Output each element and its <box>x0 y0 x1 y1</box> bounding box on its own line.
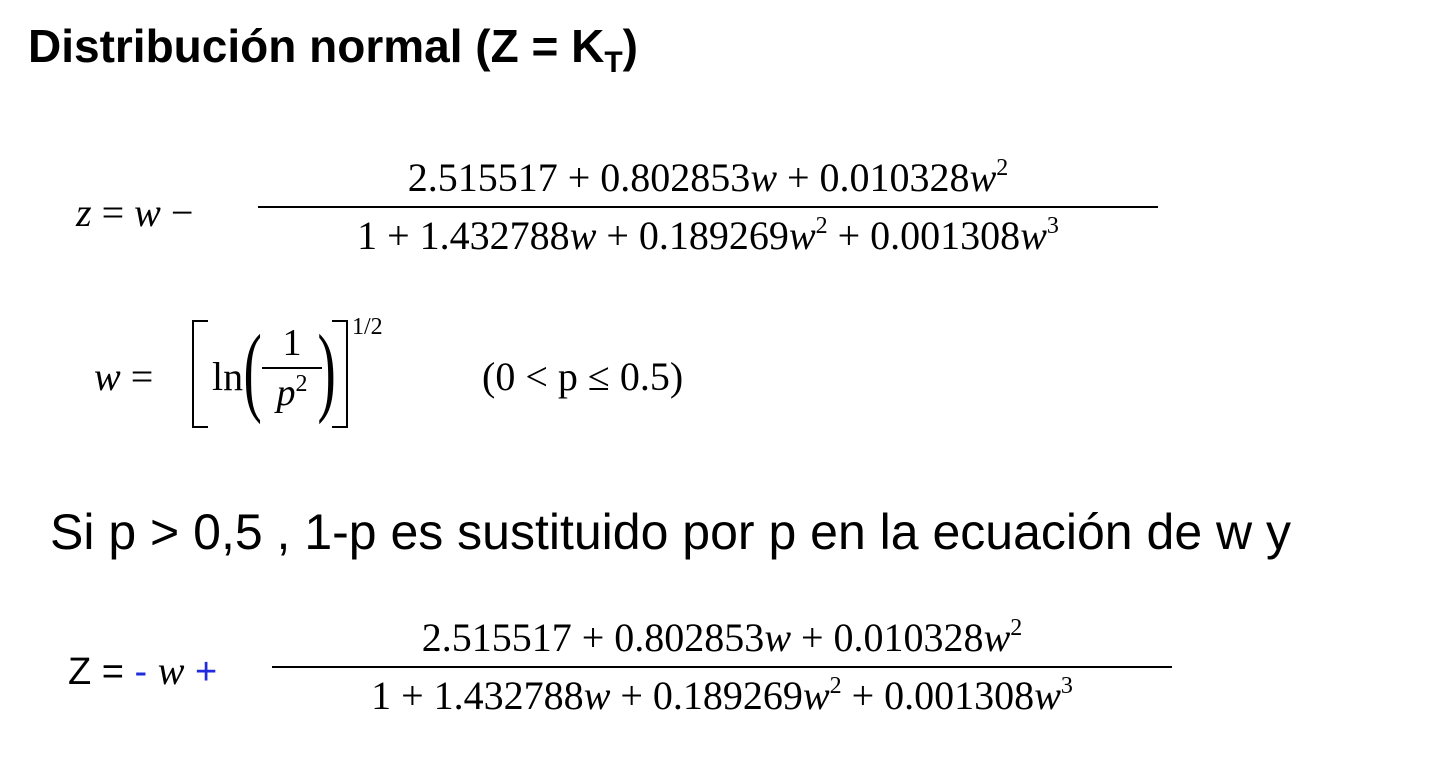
eq3-num-part-a: 2.515517 + 0.802853 <box>421 615 765 660</box>
eq3-den-part-b: + 0.189269 <box>620 673 803 718</box>
equation-3-lhs: Z = - w + <box>68 646 217 697</box>
eq1-den-part-c: + 0.001308 <box>837 213 1021 258</box>
eq3-den-part-a: 1 + 1.432788 <box>371 673 584 718</box>
eq2-equals: = <box>130 354 154 399</box>
eq3-den-part-c: + 0.001308 <box>851 673 1035 718</box>
eq3-den-var: w <box>1034 673 1061 718</box>
eq2-power: 1/2 <box>352 314 383 340</box>
eq3-den-var: w <box>802 673 830 718</box>
eq1-num-var: w <box>969 155 997 200</box>
eq1-minus: − <box>170 190 194 235</box>
eq3-minus: - <box>134 651 148 693</box>
eq2-fraction: 1 p2 <box>262 322 322 414</box>
eq1-den-exp2: 2 <box>815 213 828 239</box>
eq1-numerator: 2.515517 + 0.802853w + 0.010328w2 <box>258 154 1158 202</box>
title-subscript: T <box>604 46 623 79</box>
eq3-num-exp: 2 <box>1010 615 1023 641</box>
eq2-frac-denominator: p2 <box>262 372 322 414</box>
eq2-condition: (0 < p ≤ 0.5) <box>482 352 683 402</box>
eq3-plus: + <box>195 651 218 693</box>
body-sentence: Si p > 0,5 , 1-p es sustituido por p en … <box>50 504 1292 560</box>
eq1-equals: = <box>101 190 125 235</box>
eq1-w: w <box>134 190 161 235</box>
eq3-den-exp2: 2 <box>829 673 842 699</box>
eq1-den-var: w <box>1020 213 1047 258</box>
eq2-p-exp: 2 <box>295 371 308 397</box>
equation-1-fraction: 2.515517 + 0.802853w + 0.010328w2 1 + 1.… <box>258 154 1158 260</box>
eq1-denominator: 1 + 1.432788w + 0.189269w2 + 0.001308w3 <box>258 212 1158 260</box>
eq2-p: p <box>276 372 296 414</box>
eq2-ln: ln <box>212 354 244 399</box>
eq1-den-var: w <box>788 213 816 258</box>
page-title: Distribución normal (Z = KT) <box>28 14 638 78</box>
eq3-w: w <box>157 648 185 693</box>
eq2-right-bracket <box>332 320 348 428</box>
equation-2: w = <box>94 352 153 402</box>
eq3-num-var: w <box>764 615 791 660</box>
equation-3-fraction: 2.515517 + 0.802853w + 0.010328w2 1 + 1.… <box>272 614 1172 720</box>
title-text: Distribución normal (Z = K <box>28 20 605 72</box>
eq3-num-part-b: + 0.010328 <box>801 615 984 660</box>
eq3-z-equals: Z = <box>68 651 124 693</box>
eq2-frac-numerator: 1 <box>282 322 302 364</box>
equation-1-lhs: z = w − <box>76 188 193 238</box>
eq3-den-var: w <box>583 673 611 718</box>
eq2-fraction-bar <box>262 367 322 369</box>
eq2-condition-text: (0 < p ≤ 0.5) <box>482 354 684 399</box>
eq3-denominator: 1 + 1.432788w + 0.189269w2 + 0.001308w3 <box>272 672 1172 720</box>
eq1-z: z <box>76 190 92 235</box>
eq2-w: w <box>94 354 121 399</box>
eq1-den-part-b: + 0.189269 <box>606 213 789 258</box>
eq1-num-part-a: 2.515517 + 0.802853 <box>407 155 751 200</box>
eq3-fraction-bar <box>272 666 1172 668</box>
eq1-num-var: w <box>750 155 777 200</box>
eq3-den-exp3: 3 <box>1060 673 1073 699</box>
eq1-den-var: w <box>569 213 597 258</box>
eq1-den-part-a: 1 + 1.432788 <box>357 213 570 258</box>
eq2-left-bracket <box>192 320 208 428</box>
eq1-fraction-bar <box>258 206 1158 208</box>
eq2-left-paren: ( <box>243 314 262 425</box>
eq1-num-part-b: + 0.010328 <box>787 155 970 200</box>
eq1-num-exp: 2 <box>996 155 1009 181</box>
eq1-den-exp3: 3 <box>1046 213 1059 239</box>
title-close: ) <box>622 20 638 72</box>
eq3-numerator: 2.515517 + 0.802853w + 0.010328w2 <box>272 614 1172 662</box>
eq3-num-var: w <box>983 615 1011 660</box>
